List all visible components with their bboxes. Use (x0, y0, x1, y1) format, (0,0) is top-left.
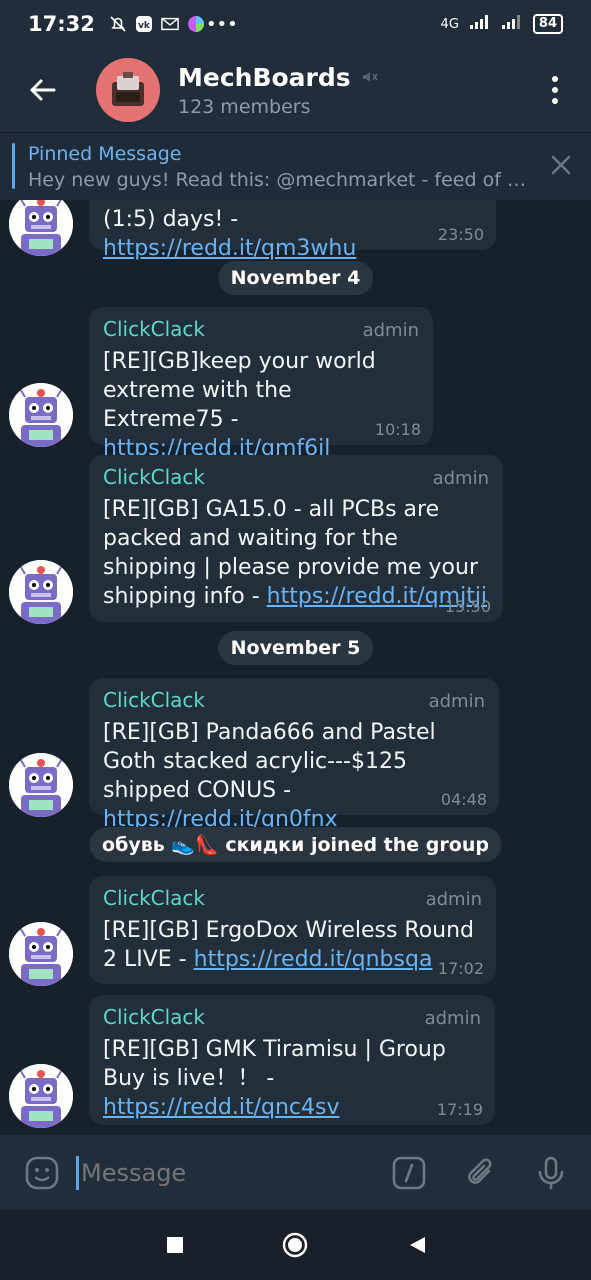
pinned-indicator (12, 143, 15, 189)
network-label: 4G (440, 16, 459, 32)
robot-icon (9, 1064, 73, 1128)
emoji-icon[interactable] (24, 1155, 60, 1191)
message-bubble[interactable]: [RE][GB] RAM Command final (1:5) days! -… (89, 200, 496, 261)
signal-icon (469, 14, 491, 34)
status-bar: 17:32 vk ••• 4G 84 (0, 0, 591, 48)
sender-name[interactable]: ClickClack (103, 688, 205, 712)
message-time: 23:50 (437, 225, 484, 244)
dot-icon (552, 98, 558, 104)
pinned-preview: Hey new guys! Read this: @mechmarket - f… (28, 168, 528, 191)
paperclip-icon[interactable] (463, 1155, 499, 1191)
message-bubble[interactable]: ClickClack admin [RE][GB]keep your world … (89, 307, 433, 461)
date-separator: November 4 (217, 261, 374, 295)
sender-name[interactable]: ClickClack (103, 465, 205, 489)
microphone-icon[interactable] (533, 1155, 569, 1191)
system-nav-bar (0, 1210, 591, 1280)
dot-icon (552, 76, 558, 82)
pinned-message-bar[interactable]: Pinned Message Hey new guys! Read this: … (0, 132, 591, 200)
admin-badge: admin (432, 468, 489, 489)
message-link[interactable]: https://redd.it/qm3whu (103, 236, 356, 261)
avatar[interactable] (9, 383, 73, 447)
nav-back-button[interactable] (397, 1225, 437, 1265)
message-time: 10:18 (374, 420, 421, 439)
message-link[interactable]: https://redd.it/qnbsqa (194, 947, 433, 972)
admin-badge: admin (425, 889, 482, 910)
triangle-back-icon (409, 1237, 425, 1253)
home-button[interactable] (275, 1225, 315, 1265)
message-bubble[interactable]: ClickClack admin [RE][GB] GA15.0 - all PC… (89, 455, 503, 622)
back-button[interactable] (12, 60, 72, 120)
message-list[interactable]: [RE][GB] RAM Command final (1:5) days! -… (0, 200, 591, 1135)
square-icon (166, 1237, 183, 1253)
avatar[interactable] (9, 753, 73, 817)
message-text: [RE][GB]keep your world extreme with the… (103, 349, 376, 461)
status-time: 17:32 (28, 12, 95, 36)
recents-button[interactable] (155, 1225, 195, 1265)
header-text[interactable]: MechBoards 123 members (178, 63, 379, 118)
date-separator: November 5 (217, 631, 374, 665)
sender-name[interactable]: ClickClack (103, 317, 205, 341)
sender-name[interactable]: ClickClack (103, 886, 205, 910)
robot-icon (9, 753, 73, 817)
group-avatar[interactable] (96, 58, 160, 122)
text-cursor (76, 1155, 79, 1190)
muted-icon (362, 72, 378, 82)
sender-name[interactable]: ClickClack (103, 1005, 205, 1029)
message-time: 04:48 (440, 790, 487, 809)
admin-badge: admin (362, 320, 419, 341)
circle-icon (282, 1232, 307, 1258)
avatar[interactable] (9, 560, 73, 624)
pinned-title: Pinned Message (28, 142, 182, 165)
chat-title: MechBoards (178, 62, 351, 92)
robot-icon (9, 383, 73, 447)
avatar[interactable] (9, 200, 73, 256)
message-time: 17:19 (436, 1100, 483, 1119)
avatar[interactable] (9, 922, 73, 986)
vk-icon: vk (135, 15, 153, 33)
service-message: обувь 👟👠 скидки joined the group (89, 827, 502, 862)
member-count: 123 members (178, 95, 311, 118)
message-text: [RE][GB] GMK Tiramisu | Group Buy is liv… (103, 1037, 446, 1120)
message-bubble[interactable]: ClickClack admin [RE][GB] ErgoDox Wireles… (89, 876, 496, 984)
message-input[interactable] (81, 1158, 361, 1187)
robot-icon (9, 560, 73, 624)
avatar[interactable] (9, 1064, 73, 1128)
mail-icon (161, 15, 179, 33)
robot-icon (9, 200, 73, 256)
keycap-icon (112, 72, 144, 106)
chat-header: MechBoards 123 members (0, 48, 591, 132)
signal-icon-2 (501, 14, 523, 34)
more-notifications-icon: ••• (205, 13, 238, 35)
dot-icon (552, 87, 558, 93)
message-text: [RE][GB] Panda666 and Pastel Goth stacke… (103, 720, 436, 832)
app-icon (187, 15, 205, 33)
bell-off-icon (109, 15, 127, 33)
message-time: 17:02 (437, 959, 484, 978)
message-text: [RE][GB] RAM Command final (1:5) days! -… (103, 200, 429, 261)
message-bubble[interactable]: ClickClack admin [RE][GB] GMK Tiramisu | … (89, 995, 495, 1125)
message-text: [RE][GB] ErgoDox Wireless Round 2 LIVE -… (103, 918, 475, 972)
arrow-left-icon (30, 79, 56, 101)
close-icon[interactable] (549, 153, 573, 177)
message-text: [RE][GB] GA15.0 - all PCBs are packed an… (103, 497, 488, 609)
admin-badge: admin (428, 691, 485, 712)
more-options-button[interactable] (543, 66, 567, 114)
robot-icon (9, 922, 73, 986)
battery-level: 84 (532, 14, 563, 34)
message-time: 15:50 (444, 597, 491, 616)
bot-command-icon[interactable] (391, 1155, 427, 1191)
admin-badge: admin (424, 1008, 481, 1029)
svg-text:vk: vk (138, 21, 151, 31)
status-right: 4G 84 (441, 14, 563, 34)
message-link[interactable]: https://redd.it/qnc4sv (103, 1095, 340, 1120)
message-input-bar (0, 1135, 591, 1210)
message-bubble[interactable]: ClickClack admin [RE][GB] Panda666 and Pa… (89, 678, 499, 832)
